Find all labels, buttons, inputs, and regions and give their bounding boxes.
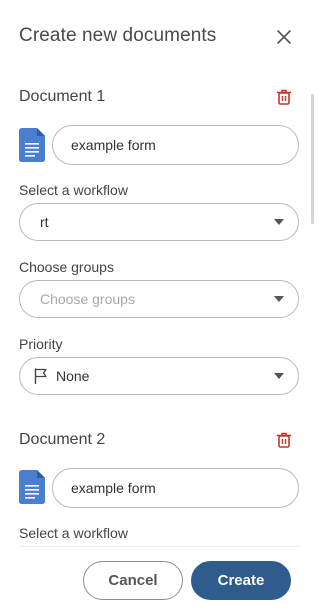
document-icon: [19, 128, 45, 162]
scrollbar-thumb[interactable]: [311, 94, 314, 224]
groups-placeholder: Choose groups: [40, 291, 135, 307]
document-2-header: Document 2: [19, 429, 299, 453]
dialog-header: Create new documents: [19, 24, 299, 52]
document-title: Document 1: [19, 88, 106, 105]
close-icon[interactable]: [275, 28, 293, 46]
divider: [19, 546, 299, 547]
document-title: Document 2: [19, 431, 106, 448]
create-button[interactable]: Create: [191, 561, 291, 600]
priority-label: Priority: [19, 336, 63, 352]
document-name-input[interactable]: [52, 468, 299, 508]
flag-icon: [34, 368, 47, 384]
dialog-footer: Cancel Create: [0, 546, 315, 611]
cancel-button[interactable]: Cancel: [83, 561, 183, 600]
priority-select[interactable]: None: [19, 357, 299, 395]
create-documents-dialog: Create new documents Document 1 Select a…: [0, 0, 315, 611]
chevron-down-icon: [274, 373, 284, 379]
priority-value: None: [56, 368, 90, 384]
groups-label: Choose groups: [19, 259, 114, 275]
trash-icon[interactable]: [275, 431, 293, 449]
workflow-label: Select a workflow: [19, 525, 128, 541]
groups-select[interactable]: Choose groups: [19, 280, 299, 318]
dialog-title: Create new documents: [19, 25, 217, 46]
workflow-value: rt: [40, 214, 49, 230]
trash-icon[interactable]: [275, 88, 293, 106]
workflow-label: Select a workflow: [19, 182, 128, 198]
document-name-input[interactable]: [52, 125, 299, 165]
chevron-down-icon: [274, 296, 284, 302]
chevron-down-icon: [274, 219, 284, 225]
workflow-select[interactable]: rt: [19, 203, 299, 241]
document-icon: [19, 470, 45, 504]
document-1-header: Document 1: [19, 86, 299, 110]
